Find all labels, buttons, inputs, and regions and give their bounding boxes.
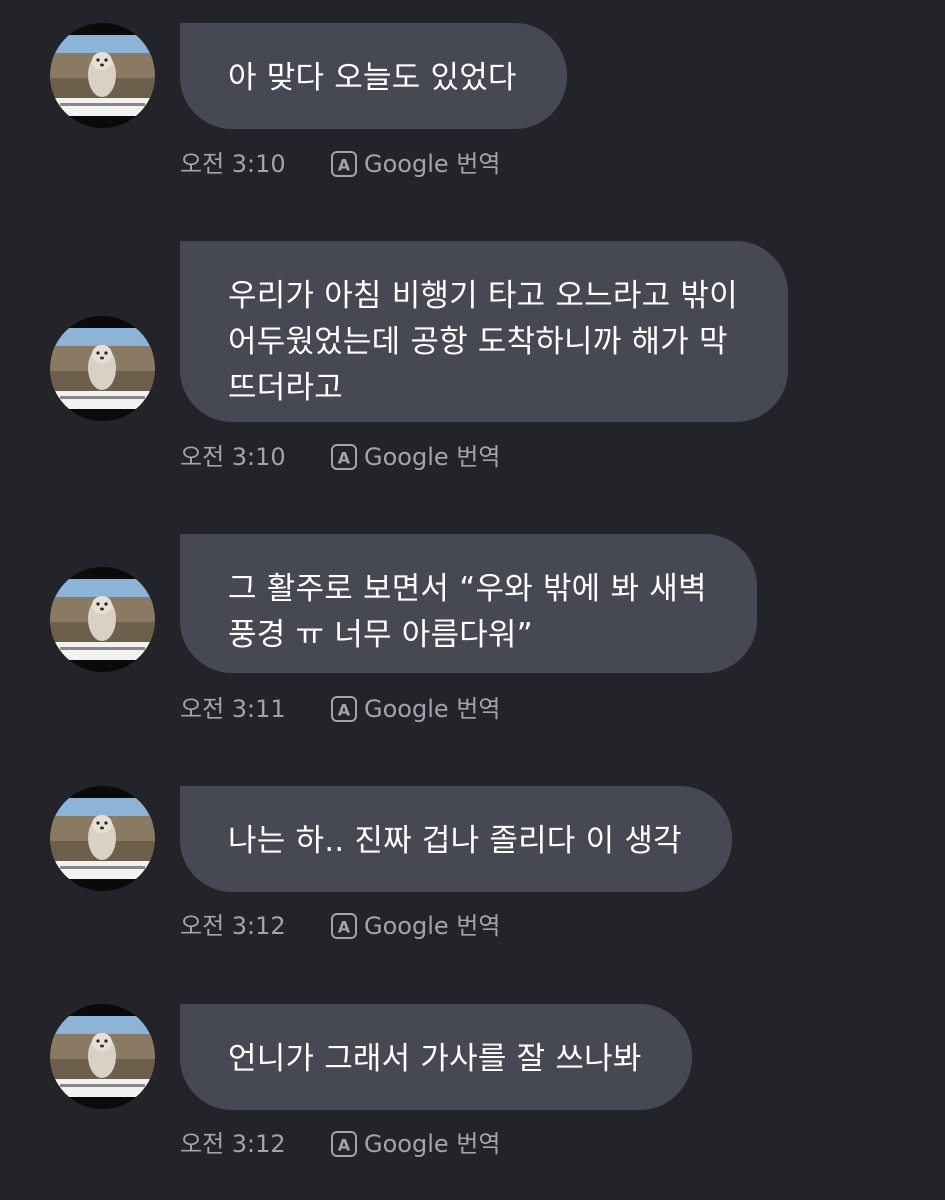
message-meta: 오전 3:10 A Google 번역 <box>180 149 500 179</box>
avatar[interactable] <box>50 567 155 672</box>
message-bubble[interactable]: 나는 하.. 진짜 겁나 졸리다 이 생각 <box>180 786 732 892</box>
translate-a-icon: A <box>330 695 358 723</box>
google-translate-button[interactable]: A Google 번역 <box>330 149 500 179</box>
google-translate-button[interactable]: A Google 번역 <box>330 694 500 724</box>
svg-text:A: A <box>338 918 351 937</box>
message-text-line: 풍경 ㅠ 너무 아름다워” <box>228 617 533 653</box>
message-time: 오전 3:10 <box>180 443 286 471</box>
chat-thread: 아 맞다 오늘도 있었다 오전 3:10 A Google 번역 우리가 아침 … <box>0 0 945 1200</box>
translate-a-icon: A <box>330 912 358 940</box>
google-translate-button[interactable]: A Google 번역 <box>330 442 500 472</box>
message-text-line: 어두웠었는데 공항 도착하니까 해가 막 <box>228 324 728 360</box>
message-text-line: 그 활주로 보면서 “우와 밖에 봐 새벽 <box>228 571 707 607</box>
message-text-line: 뜨더라고 <box>228 370 343 406</box>
message-bubble[interactable]: 그 활주로 보면서 “우와 밖에 봐 새벽 풍경 ㅠ 너무 아름다워” <box>180 534 757 673</box>
svg-text:A: A <box>338 156 351 175</box>
message-meta: 오전 3:10 A Google 번역 <box>180 442 500 472</box>
message-text-line: 아 맞다 오늘도 있었다 <box>228 60 517 96</box>
message-bubble[interactable]: 언니가 그래서 가사를 잘 쓰나봐 <box>180 1004 692 1110</box>
google-translate-label: Google 번역 <box>364 443 501 471</box>
google-translate-button[interactable]: A Google 번역 <box>330 1129 500 1159</box>
google-translate-label: Google 번역 <box>364 150 501 178</box>
svg-text:A: A <box>338 449 351 468</box>
message-meta: 오전 3:11 A Google 번역 <box>180 694 500 724</box>
message-time: 오전 3:10 <box>180 150 286 178</box>
google-translate-label: Google 번역 <box>364 912 501 940</box>
dog-photo-avatar-icon <box>50 1004 155 1109</box>
dog-photo-avatar-icon <box>50 567 155 672</box>
message-meta: 오전 3:12 A Google 번역 <box>180 1129 500 1159</box>
message-text-line: 우리가 아침 비행기 타고 오느라고 밖이 <box>228 278 738 314</box>
translate-a-icon: A <box>330 1130 358 1158</box>
avatar[interactable] <box>50 1004 155 1109</box>
google-translate-label: Google 번역 <box>364 1130 501 1158</box>
translate-a-icon: A <box>330 150 358 178</box>
message-time: 오전 3:11 <box>180 695 286 723</box>
svg-text:A: A <box>338 701 351 720</box>
message-time: 오전 3:12 <box>180 912 286 940</box>
message-bubble[interactable]: 아 맞다 오늘도 있었다 <box>180 23 567 129</box>
translate-a-icon: A <box>330 443 358 471</box>
avatar[interactable] <box>50 316 155 421</box>
google-translate-button[interactable]: A Google 번역 <box>330 911 500 941</box>
message-meta: 오전 3:12 A Google 번역 <box>180 911 500 941</box>
dog-photo-avatar-icon <box>50 316 155 421</box>
dog-photo-avatar-icon <box>50 786 155 891</box>
avatar[interactable] <box>50 23 155 128</box>
message-bubble[interactable]: 우리가 아침 비행기 타고 오느라고 밖이 어두웠었는데 공항 도착하니까 해가… <box>180 241 788 422</box>
svg-text:A: A <box>338 1136 351 1155</box>
avatar[interactable] <box>50 786 155 891</box>
dog-photo-avatar-icon <box>50 23 155 128</box>
message-time: 오전 3:12 <box>180 1130 286 1158</box>
message-text-line: 나는 하.. 진짜 겁나 졸리다 이 생각 <box>228 823 682 859</box>
message-text-line: 언니가 그래서 가사를 잘 쓰나봐 <box>228 1041 642 1077</box>
google-translate-label: Google 번역 <box>364 695 501 723</box>
